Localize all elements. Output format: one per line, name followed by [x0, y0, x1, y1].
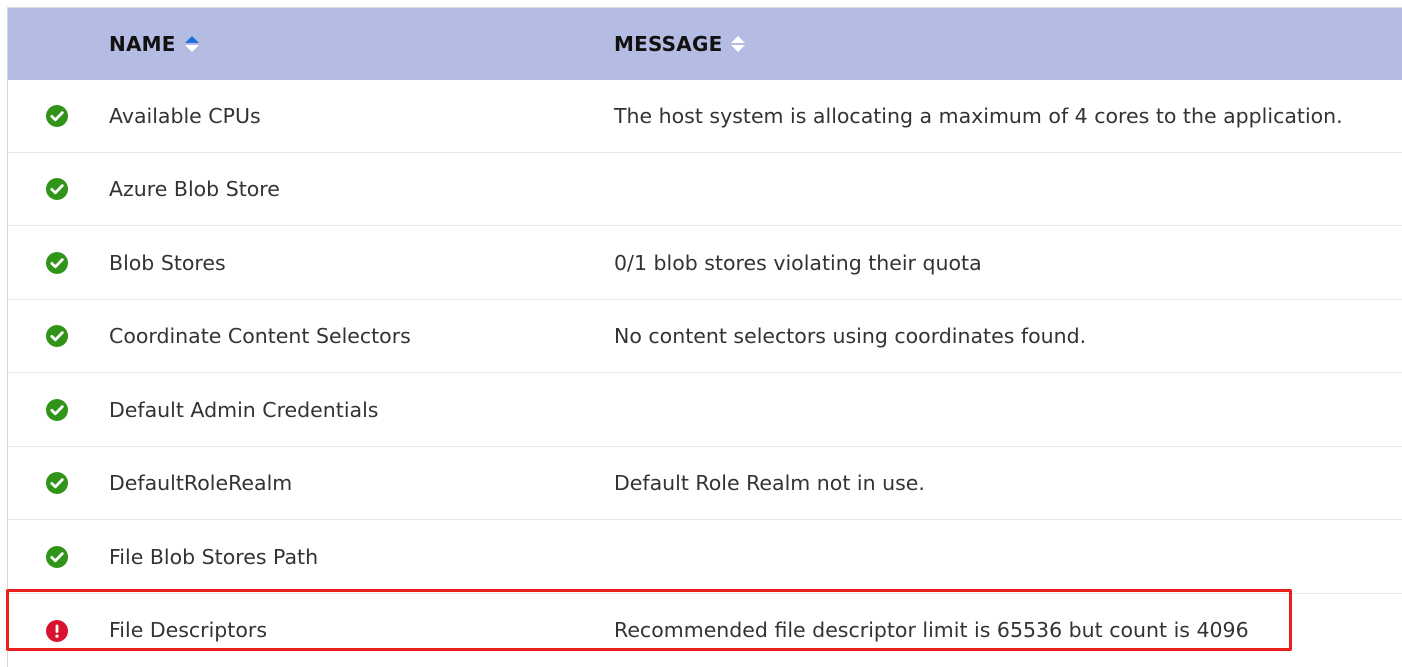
table-row[interactable]: Azure Blob Store — [8, 153, 1402, 226]
row-message: Default Role Realm not in use. — [614, 471, 925, 495]
table-row[interactable]: Blob Stores 0/1 blob stores violating th… — [8, 227, 1402, 300]
row-name: Coordinate Content Selectors — [109, 324, 411, 348]
check-circle-icon — [46, 105, 68, 127]
table-row[interactable]: Default Admin Credentials — [8, 374, 1402, 447]
check-circle-icon — [46, 472, 68, 494]
row-name: DefaultRoleRealm — [109, 471, 293, 495]
row-name: File Descriptors — [109, 618, 267, 642]
column-header-name[interactable]: NAME — [109, 8, 199, 80]
table-row[interactable]: File Descriptors Recommended file descri… — [8, 594, 1402, 667]
row-name: Available CPUs — [109, 104, 261, 128]
row-name: File Blob Stores Path — [109, 545, 319, 569]
table-header: NAME MESSAGE — [8, 8, 1402, 80]
sort-unsorted-icon — [731, 34, 746, 54]
table-row[interactable]: Available CPUs The host system is alloca… — [8, 80, 1402, 153]
row-name: Blob Stores — [109, 251, 226, 275]
check-circle-icon — [46, 178, 68, 200]
health-check-table: NAME MESSAGE Available CPUs The host sys… — [7, 7, 1402, 667]
row-message: Recommended file descriptor limit is 655… — [614, 618, 1249, 642]
check-circle-icon — [46, 546, 68, 568]
column-header-name-label: NAME — [109, 32, 176, 56]
check-circle-icon — [46, 325, 68, 347]
column-header-message-label: MESSAGE — [614, 32, 723, 56]
column-header-message[interactable]: MESSAGE — [614, 8, 746, 80]
row-message: 0/1 blob stores violating their quota — [614, 251, 982, 275]
table-row[interactable]: Coordinate Content Selectors No content … — [8, 300, 1402, 373]
table-row[interactable]: File Blob Stores Path — [8, 521, 1402, 594]
row-message: The host system is allocating a maximum … — [614, 104, 1343, 128]
row-name: Azure Blob Store — [109, 177, 280, 201]
error-circle-icon — [46, 619, 68, 642]
row-name: Default Admin Credentials — [109, 398, 379, 422]
table-row[interactable]: DefaultRoleRealm Default Role Realm not … — [8, 447, 1402, 520]
row-message: No content selectors using coordinates f… — [614, 324, 1087, 348]
check-circle-icon — [46, 252, 68, 274]
check-circle-icon — [46, 399, 68, 421]
sort-ascending-icon — [184, 34, 199, 54]
